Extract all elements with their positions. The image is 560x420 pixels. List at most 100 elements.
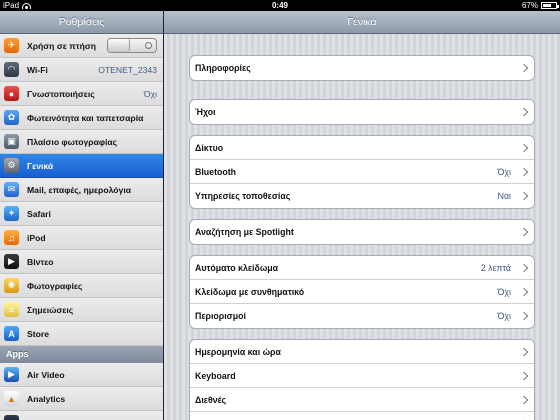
sidebar-item-label: Wi-Fi <box>27 64 48 75</box>
chevron-right-icon <box>519 191 529 201</box>
sidebar-app-label: Air Video <box>27 369 65 380</box>
sidebar-item-airplane[interactable]: ✈ Χρήση σε πτήση <box>0 34 163 58</box>
settings-sidebar: Ρυθμίσεις ✈ Χρήση σε πτήση ◠ Wi-Fi OTENET_23… <box>0 11 164 420</box>
settings-row-value: 2 λεπτά <box>480 262 511 273</box>
settings-row-value: Όχι <box>497 286 511 297</box>
sidebar-item-brightness[interactable]: ✿ Φωτεινότητα και ταπετσαρία <box>0 106 163 130</box>
settings-row[interactable]: Ήχοι <box>190 100 534 124</box>
sidebar-app-air-video[interactable]: ▶ Air Video <box>0 363 163 387</box>
picture-frame-icon: ▣ <box>4 134 19 149</box>
general-pane: Γενικά Πληροφορίες Ήχοι Δίκτυο Bluetooth Όχι… <box>164 11 560 420</box>
settings-row-label: Υπηρεσίες τοποθεσίας <box>195 191 291 201</box>
sidebar-item-label: Φωτογραφίες <box>27 280 83 291</box>
settings-group: Αυτόματο κλείδωμα 2 λεπτά Κλείδωμα με συνθ… <box>189 255 535 329</box>
sidebar-item-mail[interactable]: ✉ Mail, επαφές, ημερολόγια <box>0 178 163 202</box>
sidebar-item-sunflower[interactable]: ✺ Φωτογραφίες <box>0 274 163 298</box>
settings-row-label: Αυτόματο κλείδωμα <box>195 262 279 273</box>
sidebar-item-notifications[interactable]: ● Γνωστοποιήσεις Όχι <box>0 82 163 106</box>
battery-percent: 67% <box>521 1 538 10</box>
settings-row-label: Πληροφορίες <box>195 63 251 73</box>
chevron-right-icon <box>519 263 529 272</box>
settings-row-label: Αναζήτηση με Spotlight <box>195 227 294 237</box>
sidebar-item-label: iPod <box>27 232 46 243</box>
boxcar-icon: ■ <box>4 415 19 420</box>
sidebar-title: Ρυθμίσεις <box>0 11 163 34</box>
chevron-right-icon <box>519 167 529 176</box>
settings-row[interactable]: Αυτόματο κλείδωμα 2 λεπτά <box>190 256 534 280</box>
brightness-icon: ✿ <box>4 110 19 125</box>
chevron-right-icon <box>519 287 529 296</box>
off-indicator-icon <box>145 42 152 49</box>
status-bar: iPad 0:49 67% <box>0 0 560 11</box>
settings-row[interactable]: Προσβασιμότητα <box>190 412 534 420</box>
ipod-icon: ♫ <box>4 230 19 245</box>
settings-row-label: Περιορισμοί <box>195 311 246 321</box>
chevron-right-icon <box>519 347 529 356</box>
sidebar-item-wifi[interactable]: ◠ Wi-Fi OTENET_2343 <box>0 58 163 82</box>
settings-row[interactable]: Ημερομηνία και ώρα <box>190 340 534 364</box>
settings-row-value: Όχι <box>497 166 511 177</box>
chevron-right-icon <box>519 107 529 117</box>
settings-row[interactable]: Keyboard <box>190 364 534 388</box>
sidebar-app-label: Analytics <box>27 393 66 404</box>
notifications-icon: ● <box>4 86 19 101</box>
chevron-right-icon <box>519 227 529 237</box>
sidebar-item-picture-frame[interactable]: ▣ Πλαίσιο φωτογραφίας <box>0 130 163 154</box>
sidebar-item-ipod[interactable]: ♫ iPod <box>0 226 163 250</box>
settings-row[interactable]: Περιορισμοί Όχι <box>190 304 534 328</box>
sidebar-app-analytics[interactable]: ▲ Analytics <box>0 387 163 411</box>
apps-section-header: Apps <box>0 346 163 363</box>
sidebar-item-label: Γενικά <box>27 160 54 171</box>
settings-row-label: Δίκτυο <box>195 142 224 153</box>
settings-row-label: Keyboard <box>195 370 236 381</box>
airplane-mode-toggle[interactable] <box>107 38 157 53</box>
settings-row-label: Bluetooth <box>195 166 237 177</box>
sidebar-item-label: Σημειώσεις <box>27 304 74 315</box>
settings-row[interactable]: Διεθνές <box>190 388 534 412</box>
settings-row[interactable]: Πληροφορίες <box>190 56 534 80</box>
sidebar-app-boxcar[interactable]: ■Boxcar <box>0 411 163 420</box>
settings-row[interactable]: Κλείδωμα με συνθηματικό Όχι <box>190 280 534 304</box>
settings-row-value: Ναι <box>497 191 511 201</box>
sidebar-item-value: OTENET_2343 <box>98 64 157 75</box>
sidebar-item-safari-compass[interactable]: ✦ Safari <box>0 202 163 226</box>
wifi-icon: ◠ <box>4 62 19 77</box>
video-icon: ▶ <box>4 254 19 269</box>
safari-compass-icon: ✦ <box>4 206 19 221</box>
airplane-icon: ✈ <box>4 38 19 53</box>
battery-fill <box>543 4 552 7</box>
status-time: 0:49 <box>271 1 288 10</box>
settings-group: Δίκτυο Bluetooth Όχι Υπηρεσίες τοποθεσίας Να… <box>189 135 535 209</box>
settings-group: Ημερομηνία και ώρα Keyboard Διεθνές Προσβασ… <box>189 339 535 420</box>
chevron-right-icon <box>519 371 529 380</box>
settings-row-label: Διεθνές <box>195 394 227 405</box>
sidebar-item-notes[interactable]: ≡ Σημειώσεις <box>0 298 163 322</box>
mail-icon: ✉ <box>4 182 19 197</box>
store-icon: A <box>4 326 19 341</box>
settings-row[interactable]: Αναζήτηση με Spotlight <box>190 220 534 244</box>
sidebar-item-label: Πλαίσιο φωτογραφίας <box>27 136 118 147</box>
chevron-right-icon <box>519 143 529 152</box>
toggle-knob[interactable] <box>108 39 130 52</box>
sidebar-item-value: Όχι <box>143 88 157 99</box>
sidebar-item-label: Store <box>27 328 49 339</box>
sidebar-item-video[interactable]: ▶ Βίντεο <box>0 250 163 274</box>
sidebar-item-store[interactable]: A Store <box>0 322 163 346</box>
settings-row[interactable]: Bluetooth Όχι <box>190 160 534 184</box>
battery-icon <box>541 2 559 9</box>
sidebar-list: ✈ Χρήση σε πτήση ◠ Wi-Fi OTENET_2343 ● Γνωστοπ… <box>0 34 163 420</box>
settings-row[interactable]: Υπηρεσίες τοποθεσίας Ναι <box>190 184 534 208</box>
settings-group: Αναζήτηση με Spotlight <box>189 219 535 245</box>
gear-icon: ⚙ <box>4 158 19 173</box>
settings-row-value: Όχι <box>497 311 511 321</box>
settings-row-label: Ημερομηνία και ώρα <box>195 346 281 357</box>
page-title: Γενικά <box>164 11 560 34</box>
notes-icon: ≡ <box>4 302 19 317</box>
air-video-icon: ▶ <box>4 367 19 382</box>
settings-row[interactable]: Δίκτυο <box>190 136 534 160</box>
sidebar-item-label: Γνωστοποιήσεις <box>27 88 95 99</box>
settings-group: Πληροφορίες <box>189 55 535 81</box>
analytics-icon: ▲ <box>4 391 19 406</box>
sunflower-icon: ✺ <box>4 278 19 293</box>
sidebar-item-gear[interactable]: ⚙ Γενικά <box>0 154 163 178</box>
